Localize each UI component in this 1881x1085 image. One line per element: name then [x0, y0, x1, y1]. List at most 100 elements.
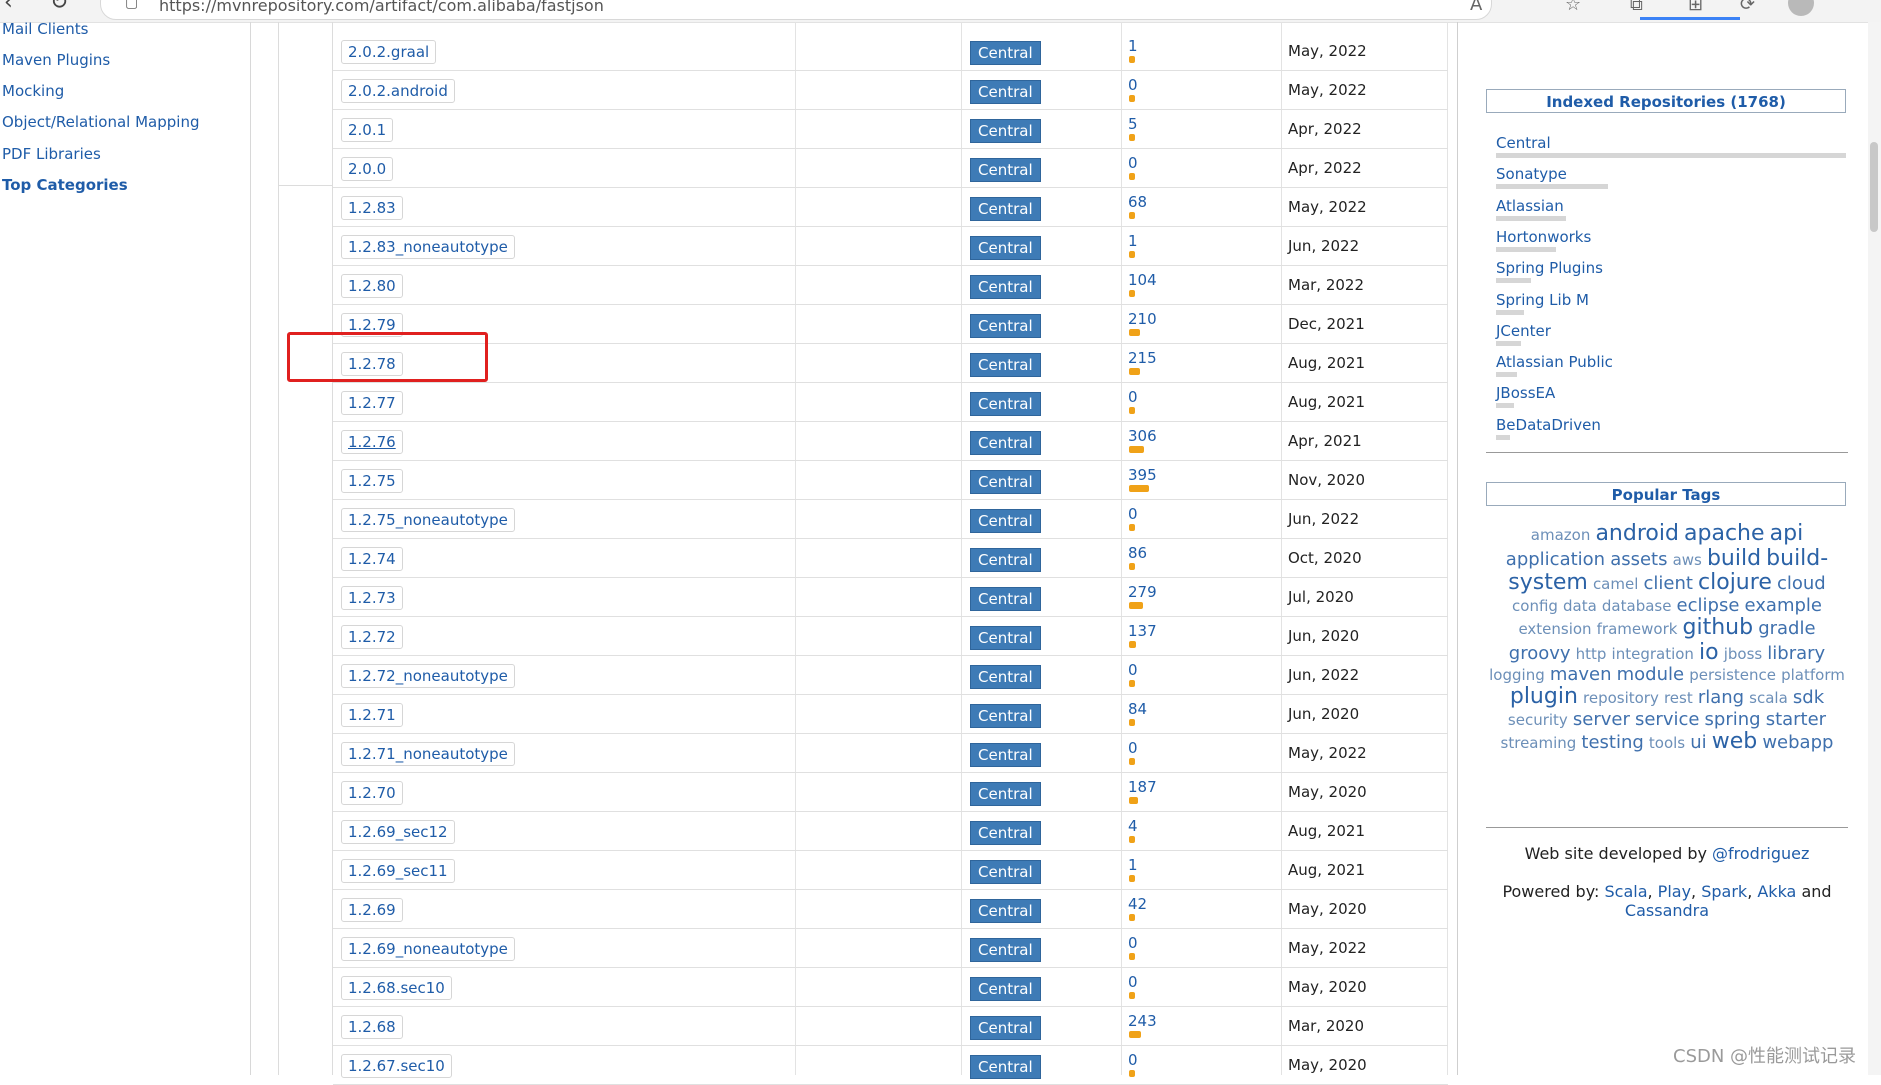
tag-link[interactable]: http	[1576, 645, 1607, 663]
tag-link[interactable]: rlang	[1698, 687, 1744, 708]
tag-link[interactable]: plugin	[1510, 684, 1578, 710]
usages-link[interactable]: 215	[1128, 349, 1157, 367]
top-categories-link[interactable]: Top Categories	[2, 176, 128, 194]
version-link[interactable]: 1.2.69	[341, 898, 403, 922]
powered-by-link-scala[interactable]: Scala	[1604, 882, 1647, 901]
tag-link[interactable]: integration	[1612, 645, 1694, 663]
version-link[interactable]: 1.2.71	[341, 703, 403, 727]
repository-badge[interactable]: Central	[970, 821, 1041, 845]
version-link[interactable]: 1.2.83_noneautotype	[341, 235, 515, 259]
repository-badge[interactable]: Central	[970, 275, 1041, 299]
repository-link[interactable]: JCenter	[1496, 322, 1551, 340]
usages-link[interactable]: 0	[1128, 76, 1138, 94]
version-link[interactable]: 1.2.69_sec12	[341, 820, 455, 844]
powered-by-link-akka[interactable]: Akka	[1757, 882, 1796, 901]
back-arrow-icon[interactable]: ‹	[4, 0, 13, 15]
tag-link[interactable]: tools	[1649, 734, 1685, 752]
usages-link[interactable]: 86	[1128, 544, 1147, 562]
usages-link[interactable]: 1	[1128, 856, 1138, 874]
powered-by-link-cassandra[interactable]: Cassandra	[1625, 901, 1709, 920]
tag-link[interactable]: web	[1712, 729, 1758, 754]
category-link-mail-clients[interactable]: Mail Clients	[2, 20, 88, 38]
usages-link[interactable]: 0	[1128, 934, 1138, 952]
repository-badge[interactable]: Central	[970, 665, 1041, 689]
tag-link[interactable]: spring	[1705, 709, 1761, 730]
version-link[interactable]: 1.2.74	[341, 547, 403, 571]
tag-link[interactable]: amazon	[1531, 526, 1591, 544]
tag-link[interactable]: webapp	[1762, 732, 1833, 753]
repository-badge[interactable]: Central	[970, 1055, 1041, 1079]
usages-link[interactable]: 104	[1128, 271, 1157, 289]
version-link[interactable]: 1.2.75	[341, 469, 403, 493]
usages-link[interactable]: 0	[1128, 1051, 1138, 1069]
version-link[interactable]: 1.2.72_noneautotype	[341, 664, 515, 688]
repository-badge[interactable]: Central	[970, 1016, 1041, 1040]
tag-link[interactable]: server	[1573, 709, 1630, 730]
repository-badge[interactable]: Central	[970, 353, 1041, 377]
repository-link[interactable]: Spring Plugins	[1496, 259, 1603, 277]
refresh-icon[interactable]: ↻	[50, 0, 68, 15]
tag-link[interactable]: android	[1595, 521, 1679, 546]
tag-link[interactable]: apache	[1684, 521, 1765, 546]
version-link[interactable]: 2.0.1	[341, 118, 394, 142]
version-link[interactable]: 1.2.73	[341, 586, 403, 610]
repository-badge[interactable]: Central	[970, 743, 1041, 767]
tag-link[interactable]: build	[1707, 546, 1761, 571]
repository-badge[interactable]: Central	[970, 119, 1041, 143]
tag-link[interactable]: client	[1643, 573, 1692, 594]
tag-link[interactable]: cloud	[1777, 573, 1826, 594]
repository-badge[interactable]: Central	[970, 899, 1041, 923]
repository-badge[interactable]: Central	[970, 197, 1041, 221]
version-link[interactable]: 1.2.69_noneautotype	[341, 937, 515, 961]
tag-link[interactable]: logging	[1489, 666, 1545, 684]
usages-link[interactable]: 84	[1128, 700, 1147, 718]
version-link[interactable]: 1.2.67.sec10	[341, 1054, 452, 1078]
tag-link[interactable]: data	[1563, 597, 1597, 615]
usages-link[interactable]: 210	[1128, 310, 1157, 328]
tag-link[interactable]: ui	[1690, 732, 1706, 753]
tag-link[interactable]: framework	[1597, 620, 1678, 638]
version-link[interactable]: 1.2.68	[341, 1015, 403, 1039]
version-link[interactable]: 1.2.80	[341, 274, 403, 298]
usages-link[interactable]: 395	[1128, 466, 1157, 484]
tag-link[interactable]: security	[1508, 711, 1568, 729]
repository-link[interactable]: BeDataDriven	[1496, 416, 1601, 434]
repository-badge[interactable]: Central	[970, 626, 1041, 650]
tag-link[interactable]: scala	[1749, 689, 1788, 707]
tag-link[interactable]: testing	[1581, 732, 1643, 753]
repository-badge[interactable]: Central	[970, 431, 1041, 455]
tag-link[interactable]: eclipse	[1677, 595, 1740, 616]
repository-link[interactable]: Central	[1496, 134, 1551, 152]
repository-badge[interactable]: Central	[970, 236, 1041, 260]
tag-link[interactable]: persistence	[1689, 666, 1776, 684]
version-link[interactable]: 1.2.76	[341, 430, 403, 454]
tag-link[interactable]: config	[1512, 597, 1558, 615]
repository-badge[interactable]: Central	[970, 158, 1041, 182]
usages-link[interactable]: 4	[1128, 817, 1138, 835]
tag-link[interactable]: platform	[1781, 666, 1845, 684]
usages-link[interactable]: 243	[1128, 1012, 1157, 1030]
tag-link[interactable]: application	[1506, 549, 1605, 570]
repository-badge[interactable]: Central	[970, 509, 1041, 533]
version-link[interactable]: 2.0.2.graal	[341, 40, 437, 64]
tag-link[interactable]: jboss	[1724, 645, 1763, 663]
usages-link[interactable]: 68	[1128, 193, 1147, 211]
usages-link[interactable]: 0	[1128, 661, 1138, 679]
version-link[interactable]: 1.2.69_sec11	[341, 859, 455, 883]
tag-link[interactable]: service	[1635, 709, 1699, 730]
address-bar[interactable]: ▢ https://mvnrepository.com/artifact/com…	[100, 0, 1492, 20]
tag-link[interactable]: aws	[1673, 551, 1702, 569]
usages-link[interactable]: 1	[1128, 232, 1138, 250]
profile-avatar-icon[interactable]	[1788, 0, 1814, 16]
repository-badge[interactable]: Central	[970, 587, 1041, 611]
usages-link[interactable]: 0	[1128, 388, 1138, 406]
tag-link[interactable]: api	[1770, 521, 1804, 546]
repository-link[interactable]: Sonatype	[1496, 165, 1567, 183]
version-link[interactable]: 1.2.83	[341, 196, 403, 220]
usages-link[interactable]: 279	[1128, 583, 1157, 601]
repository-badge[interactable]: Central	[970, 704, 1041, 728]
repository-badge[interactable]: Central	[970, 41, 1041, 65]
usages-link[interactable]: 187	[1128, 778, 1157, 796]
usages-link[interactable]: 5	[1128, 115, 1138, 133]
scrollbar-thumb[interactable]	[1870, 142, 1878, 232]
